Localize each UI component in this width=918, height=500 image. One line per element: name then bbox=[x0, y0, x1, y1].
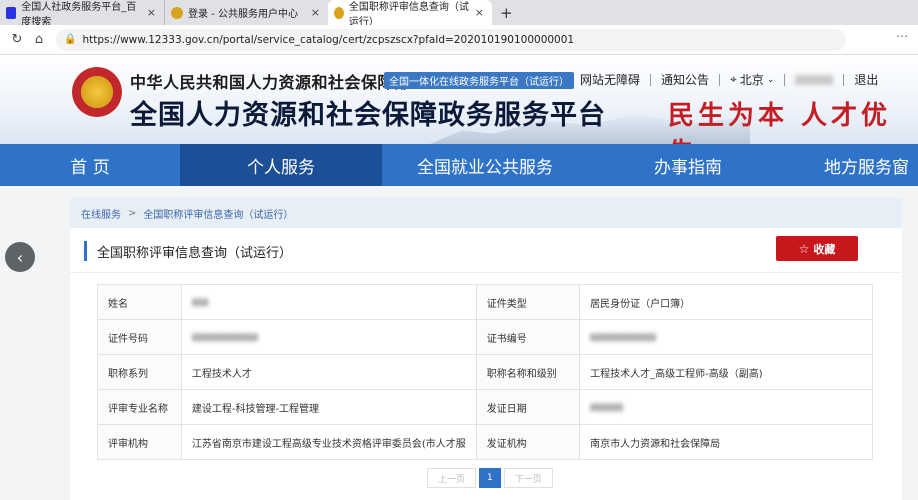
field-label: 职称名称和级别 bbox=[475, 354, 581, 390]
close-tab-icon[interactable]: × bbox=[473, 6, 486, 19]
emblem-favicon-icon bbox=[334, 6, 344, 19]
table-row: 姓名 ▮▮▮ 证件类型 居民身份证（户口簿） bbox=[97, 284, 873, 320]
nav-local-services[interactable]: 地方服务窗 bbox=[788, 144, 918, 186]
tab-title: 全国人社政务服务平台_百度搜索 bbox=[21, 1, 137, 28]
new-tab-button[interactable]: + bbox=[500, 0, 513, 25]
favorite-button[interactable]: ☆ 收藏 bbox=[776, 236, 858, 261]
field-label: 发证机构 bbox=[475, 424, 581, 460]
field-label: 发证日期 bbox=[475, 389, 581, 425]
user-name[interactable] bbox=[795, 74, 834, 85]
field-label: 评审专业名称 bbox=[97, 389, 182, 425]
back-arrow-button[interactable]: ‹ bbox=[5, 242, 35, 272]
url-text: https://www.12333.gov.cn/portal/service_… bbox=[82, 33, 575, 46]
emblem-favicon-icon bbox=[171, 6, 183, 19]
tab-title: 登录 - 公共服务用户中心 bbox=[188, 9, 298, 20]
current-page-button[interactable]: 1 bbox=[479, 468, 501, 488]
url-field[interactable]: 🔒 https://www.12333.gov.cn/portal/servic… bbox=[56, 28, 846, 51]
platform-title: 全国人力资源和社会保障政务服务平台 bbox=[130, 100, 606, 131]
breadcrumb-home[interactable]: 在线服务 bbox=[81, 206, 121, 221]
favorite-label: 收藏 bbox=[813, 242, 836, 256]
table-row: 评审机构 江苏省南京市建设工程高级专业技术资格评审委员会(市人才服 发证机构 南… bbox=[97, 424, 873, 460]
nav-service-guide[interactable]: 办事指南 bbox=[588, 144, 788, 186]
address-bar: ↻ ⌂ 🔒 https://www.12333.gov.cn/portal/se… bbox=[0, 25, 918, 55]
divider bbox=[70, 272, 902, 273]
star-icon: ☆ bbox=[798, 241, 810, 256]
field-label: 证件类型 bbox=[475, 284, 581, 320]
reload-icon[interactable]: ↻ bbox=[6, 29, 28, 51]
field-value: 工程技术人才 bbox=[180, 354, 477, 390]
certificate-info-table: 姓名 ▮▮▮ 证件类型 居民身份证（户口簿） 证件号码 ▮▮▮▮▮▮▮▮▮▮▮▮… bbox=[97, 284, 873, 460]
slogan: 民生为本 人才优先 bbox=[668, 101, 892, 144]
breadcrumb: 在线服务 > 全国职称评审信息查询（试运行） bbox=[70, 198, 902, 228]
field-value: 南京市人力资源和社会保障局 bbox=[579, 424, 873, 460]
prev-page-button[interactable]: 上一页 bbox=[427, 468, 477, 488]
nav-personal-services[interactable]: 个人服务 bbox=[180, 144, 382, 186]
field-value: ▮▮▮▮▮▮▮▮▮▮▮▮ bbox=[180, 319, 477, 355]
field-value: 工程技术人才_高级工程师-高级（副高) bbox=[579, 354, 873, 390]
breadcrumb-current[interactable]: 全国职称评审信息查询（试运行） bbox=[143, 206, 293, 221]
chevron-down-icon: ⌄ bbox=[766, 74, 775, 85]
location-pin-icon: ⌖ bbox=[730, 72, 737, 86]
table-row: 评审专业名称 建设工程-科技管理-工程管理 发证日期 ▮▮▮▮▮▮ bbox=[97, 389, 873, 425]
browser-tab-login[interactable]: 登录 - 公共服务用户中心 × bbox=[164, 0, 328, 25]
nav-home[interactable]: 首 页 bbox=[0, 144, 180, 186]
site-header: 中华人民共和国人力资源和社会保障部 全国一体化在线政务服务平台（试运行） 全国人… bbox=[0, 55, 918, 144]
accessibility-link[interactable]: 网站无障碍 bbox=[580, 71, 640, 88]
field-label: 职称系列 bbox=[97, 354, 182, 390]
field-value: 建设工程-科技管理-工程管理 bbox=[180, 389, 477, 425]
field-value: 江苏省南京市建设工程高级专业技术资格评审委员会(市人才服 bbox=[180, 424, 477, 460]
main-navigation: 首 页 个人服务 全国就业公共服务 办事指南 地方服务窗 bbox=[0, 144, 918, 186]
header-links: 网站无障碍 通知公告 ⌖ 北京 ⌄ 退出 bbox=[580, 71, 878, 88]
field-value: ▮▮▮ bbox=[180, 284, 477, 320]
field-label: 评审机构 bbox=[97, 424, 182, 460]
home-icon[interactable]: ⌂ bbox=[28, 29, 50, 51]
section-title: 全国职称评审信息查询（试运行） bbox=[84, 241, 292, 261]
close-tab-icon[interactable]: × bbox=[309, 6, 322, 19]
breadcrumb-separator: > bbox=[128, 207, 137, 219]
notices-link[interactable]: 通知公告 bbox=[661, 71, 709, 88]
baidu-favicon-icon bbox=[6, 6, 17, 19]
pagination: 上一页 1 下一页 bbox=[427, 468, 553, 488]
browser-tab-baidu[interactable]: 全国人社政务服务平台_百度搜索 × bbox=[0, 0, 164, 28]
next-page-button[interactable]: 下一页 bbox=[503, 468, 553, 488]
close-tab-icon[interactable]: × bbox=[145, 6, 158, 19]
location-selector[interactable]: 北京 bbox=[740, 71, 764, 88]
ministry-name: 中华人民共和国人力资源和社会保障部 bbox=[130, 73, 411, 92]
tab-title: 全国职称评审信息查询（试运行） bbox=[348, 1, 469, 28]
field-value: ▮▮▮▮▮▮ bbox=[579, 389, 873, 425]
browser-tab-bar: 全国人社政务服务平台_百度搜索 × 登录 - 公共服务用户中心 × 全国职称评审… bbox=[0, 0, 918, 28]
field-label: 证书编号 bbox=[475, 319, 581, 355]
field-value: 居民身份证（户口簿） bbox=[579, 284, 873, 320]
more-options-icon[interactable]: ⋯ bbox=[896, 29, 908, 43]
field-value: ▮▮▮▮▮▮▮▮▮▮▮▮ bbox=[579, 319, 873, 355]
table-row: 证件号码 ▮▮▮▮▮▮▮▮▮▮▮▮ 证书编号 ▮▮▮▮▮▮▮▮▮▮▮▮ bbox=[97, 319, 873, 355]
table-row: 职称系列 工程技术人才 职称名称和级别 工程技术人才_高级工程师-高级（副高) bbox=[97, 354, 873, 390]
national-emblem-icon bbox=[72, 67, 122, 117]
field-label: 证件号码 bbox=[97, 319, 182, 355]
browser-tab-active[interactable]: 全国职称评审信息查询（试运行） × bbox=[328, 0, 492, 28]
platform-badge: 全国一体化在线政务服务平台（试运行） bbox=[384, 72, 574, 89]
lock-icon: 🔒 bbox=[64, 34, 77, 45]
logout-link[interactable]: 退出 bbox=[854, 71, 878, 88]
nav-employment-services[interactable]: 全国就业公共服务 bbox=[382, 144, 588, 186]
field-label: 姓名 bbox=[97, 284, 182, 320]
content-panel: 在线服务 > 全国职称评审信息查询（试运行） 全国职称评审信息查询（试运行） ☆… bbox=[70, 198, 902, 500]
